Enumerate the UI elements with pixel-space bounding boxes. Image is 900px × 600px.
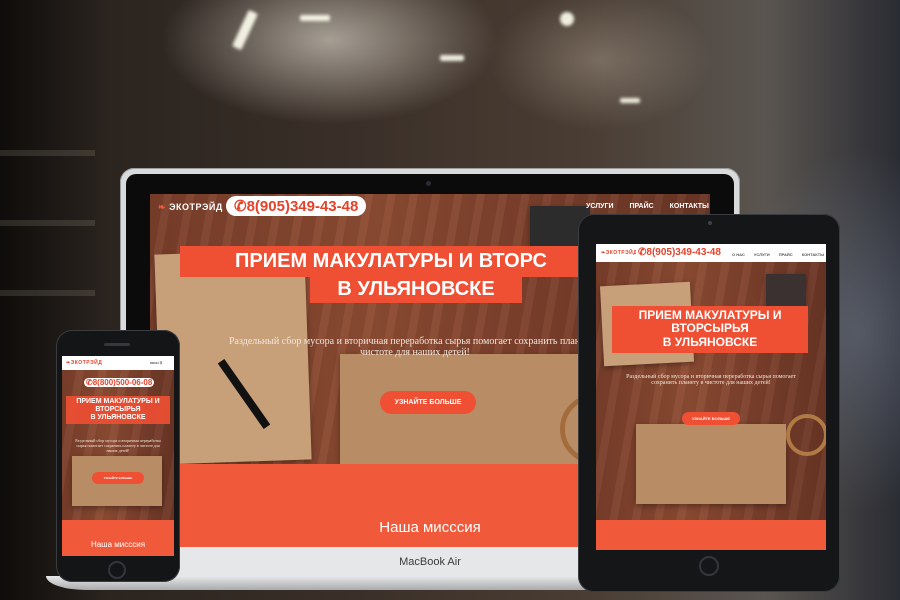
phone-icon: ✆ [234, 198, 247, 215]
ceiling-light [300, 15, 330, 21]
learn-more-button[interactable]: УЗНАЙТЕ БОЛЬШЕ [92, 472, 144, 484]
mission-section [62, 520, 174, 556]
hero-title-line2: В УЛЬЯНОВСКЕ [310, 276, 522, 303]
shelf [0, 150, 95, 156]
phone-pill[interactable]: ✆8(905)349-43-48 [226, 196, 367, 216]
hero-subtitle: Раздельный сбор мусора и вторичная перер… [626, 374, 796, 386]
phone-icon: ✆ [86, 378, 93, 387]
nav-item-contacts[interactable]: КОНТАКТЫ [670, 203, 709, 210]
hero-title: ПРИЕМ МАКУЛАТУРЫ И ВТОРСЫРЬЯ В УЛЬЯНОВСК… [66, 396, 170, 425]
mission-title: Наша миссcия [90, 540, 146, 549]
shelf [0, 290, 95, 296]
hero-title-line2: ВТОРСЫРЬЯ В УЛЬЯНОВСКЕ [612, 321, 808, 353]
phone-pill[interactable]: ✆8(905)349-43-48 [636, 247, 723, 258]
camera-icon [708, 221, 712, 225]
tablet-screen: ❧ЭКОТРЭЙД ✆8(905)349-43-48 О НАС УСЛУГИ … [596, 244, 826, 550]
phone-pill[interactable]: ✆8(800)500-06-08 [84, 378, 155, 387]
nav-item-services[interactable]: УСЛУГИ [754, 252, 770, 257]
leaf-icon: ❧ [158, 202, 167, 212]
ceiling-light [440, 55, 464, 61]
phone-screen: ❧ЭКОТРЭЙД MENU ☰ ✆8(800)500-06-08 ПРИЕМ … [62, 356, 174, 556]
mission-section [596, 520, 826, 550]
home-button[interactable] [699, 556, 719, 576]
hero-subtitle: Раздельный сбор мусора и вторичная перер… [228, 336, 602, 358]
kraft-envelope [636, 424, 786, 504]
logo[interactable]: ❧ ЭКОТРЭЙД [158, 202, 223, 213]
logo[interactable]: ❧ЭКОТРЭЙД [66, 360, 102, 366]
logo[interactable]: ❧ЭКОТРЭЙД [601, 250, 637, 256]
speaker [104, 343, 130, 346]
twine-coil [786, 414, 826, 456]
camera-icon [426, 181, 431, 186]
nav-item-contacts[interactable]: КОНТАКТЫ [802, 252, 824, 257]
nav-item-price[interactable]: ПРАЙС [629, 203, 653, 210]
hero-title: ПРИЕМ МАКУЛАТУРЫ И ВТОРС [180, 246, 602, 277]
nav: О НАС УСЛУГИ ПРАЙС КОНТАКТЫ [732, 252, 824, 257]
learn-more-button[interactable]: УЗНАЙТЕ БОЛЬШЕ [682, 412, 740, 425]
nav-item-price[interactable]: ПРАЙС [779, 252, 793, 257]
nav-item-services[interactable]: УСЛУГИ [586, 203, 614, 210]
nav-item-about[interactable]: О НАС [732, 252, 745, 257]
shelf [0, 220, 95, 226]
hero-subtitle: Раздельный сбор мусора и вторичная перер… [75, 438, 161, 453]
ceiling-light [560, 12, 574, 26]
ceiling-light [620, 98, 640, 103]
learn-more-button[interactable]: УЗНАЙТЕ БОЛЬШЕ [380, 391, 476, 414]
home-button[interactable] [108, 561, 126, 579]
menu-button[interactable]: MENU ☰ [150, 361, 162, 365]
nav: УСЛУГИ ПРАЙС КОНТАКТЫ [586, 203, 709, 210]
